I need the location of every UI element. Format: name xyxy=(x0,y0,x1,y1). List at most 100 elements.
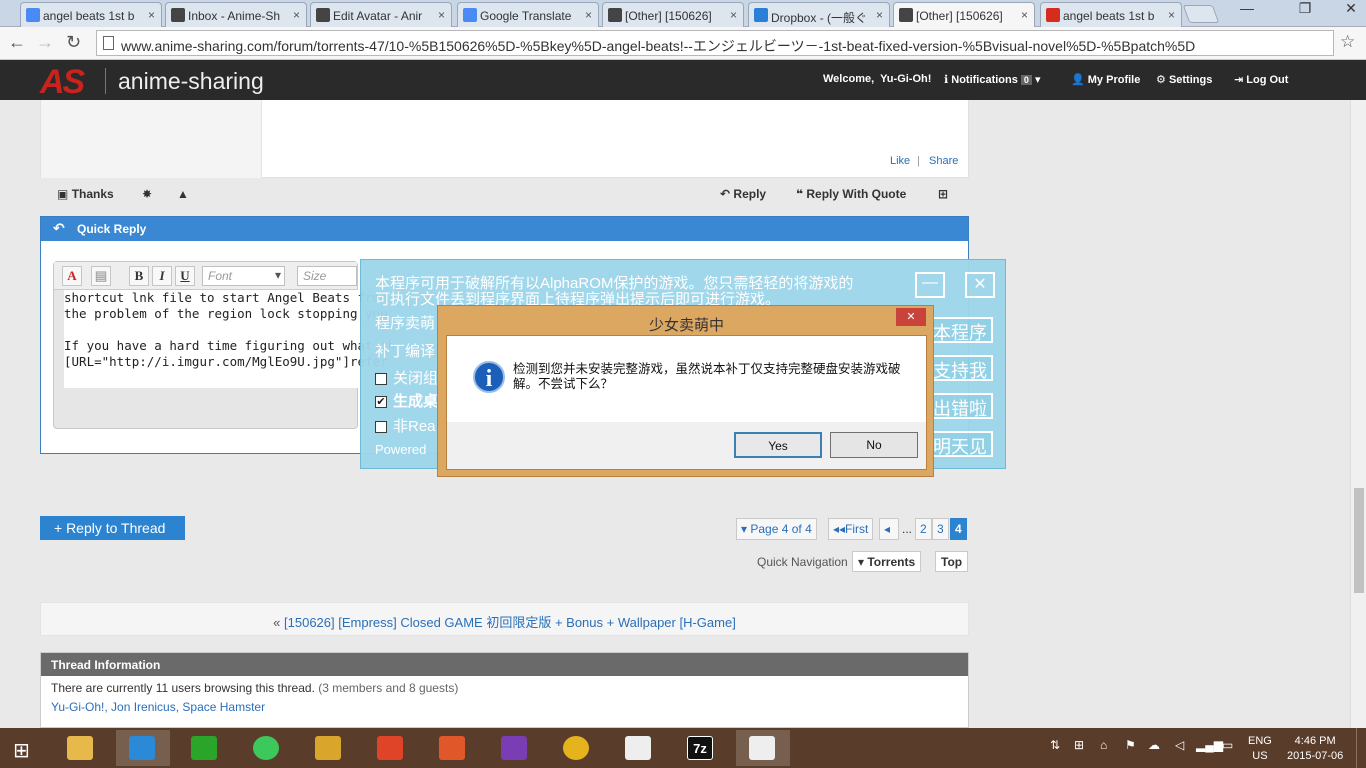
flag-icon[interactable]: ⚑ xyxy=(1125,738,1136,752)
close-window-button[interactable]: ✕ xyxy=(1336,0,1366,20)
torrents-dropdown[interactable]: ▾ Torrents xyxy=(852,551,922,572)
tab-close-icon[interactable]: × xyxy=(730,8,737,22)
back-icon[interactable]: ← xyxy=(8,32,26,53)
notifications-menu[interactable]: ℹ Notifications 0 ▾ xyxy=(944,73,1040,86)
page-link-2[interactable]: 2 xyxy=(915,518,932,540)
logout-link[interactable]: ⇥ Log Out xyxy=(1234,73,1288,86)
bold-button[interactable]: B xyxy=(129,266,149,286)
page-scrollbar[interactable] xyxy=(1350,100,1366,728)
forward-icon[interactable]: → xyxy=(36,32,54,53)
previous-thread-link[interactable]: [150626] [Empress] Closed GAME 初回限定版 + B… xyxy=(284,615,736,630)
browser-tab[interactable]: angel beats 1st b × xyxy=(20,2,162,27)
taskbar-app[interactable] xyxy=(178,730,232,766)
option-checkbox-1[interactable]: 关闭组 xyxy=(375,367,438,388)
size-select[interactable]: Size xyxy=(297,266,357,286)
tab-close-icon[interactable]: × xyxy=(438,8,445,22)
patch-close-button[interactable]: ✕ xyxy=(965,272,995,298)
browsing-members[interactable]: Yu-Gi-Oh!, Jon Irenicus, Space Hamster xyxy=(41,695,968,714)
show-desktop-button[interactable] xyxy=(1356,728,1366,768)
clock[interactable]: 4:46 PM 2015-07-06 xyxy=(1287,734,1343,764)
share-link[interactable]: Share xyxy=(929,155,958,167)
reply-textarea[interactable]: shortcut lnk file to start Angel Beats f… xyxy=(64,290,404,388)
reload-icon[interactable]: ↻ xyxy=(66,32,81,53)
bookmark-star-icon[interactable]: ☆ xyxy=(1340,32,1355,52)
taskbar-app[interactable] xyxy=(426,730,480,766)
tab-close-icon[interactable]: × xyxy=(876,8,883,22)
patch-side-button-bye[interactable]: 明天见 xyxy=(929,431,993,457)
browser-tab[interactable]: [Other] [150626] × xyxy=(893,2,1035,28)
option-checkbox-2[interactable]: ✔ 生成桌 xyxy=(375,390,438,411)
thanks-button[interactable]: ▣ Thanks xyxy=(57,187,114,201)
page-link-3[interactable]: 3 xyxy=(932,518,949,540)
taskbar-app[interactable]: 7z xyxy=(674,730,728,766)
restore-window-button[interactable]: ❐ xyxy=(1290,0,1320,20)
taskbar-app[interactable] xyxy=(364,730,418,766)
no-button[interactable]: No xyxy=(830,432,918,458)
taskbar-app[interactable] xyxy=(116,730,170,766)
multi-quote-icon[interactable]: ⊞ xyxy=(938,187,948,201)
yes-button[interactable]: Yes xyxy=(734,432,822,458)
tab-close-icon[interactable]: × xyxy=(293,8,300,22)
taskbar-app[interactable] xyxy=(550,730,604,766)
font-select[interactable]: Font ▾ xyxy=(202,266,285,286)
italic-button[interactable]: I xyxy=(152,266,172,286)
username-link[interactable]: Yu-Gi-Oh! xyxy=(880,73,931,85)
paste-icon[interactable]: ▤ xyxy=(91,266,111,286)
start-button[interactable]: ⊞ xyxy=(0,730,50,766)
remove-format-icon[interactable]: A xyxy=(62,266,82,286)
first-page-link[interactable]: ◂◂First xyxy=(828,518,874,540)
tab-close-icon[interactable]: × xyxy=(1168,8,1175,22)
network-icon[interactable]: ⇅ xyxy=(1050,738,1060,752)
tray-grid-icon[interactable]: ⊞ xyxy=(1074,738,1084,752)
my-profile-link[interactable]: 👤 My Profile xyxy=(1071,73,1140,86)
checkbox-box[interactable] xyxy=(375,421,387,434)
scrollbar-thumb[interactable] xyxy=(1354,488,1364,593)
page-of-dropdown[interactable]: ▾ Page 4 of 4 xyxy=(736,518,817,540)
top-button[interactable]: Top xyxy=(935,551,969,572)
patch-side-button-error[interactable]: 出错啦 xyxy=(929,393,993,419)
language-indicator[interactable]: ENG US xyxy=(1248,734,1272,764)
address-bar[interactable]: www.anime-sharing.com/forum/torrents-47/… xyxy=(96,30,1334,56)
taskbar-app[interactable] xyxy=(736,730,790,766)
signal-icon[interactable]: ▂▄▆ xyxy=(1196,738,1223,752)
tab-close-icon[interactable]: × xyxy=(148,8,155,22)
settings-link[interactable]: ⚙ Settings xyxy=(1156,73,1212,86)
site-name[interactable]: anime-sharing xyxy=(118,68,264,95)
taskbar-app[interactable] xyxy=(54,730,108,766)
checkbox-box[interactable] xyxy=(375,373,387,386)
reply-button[interactable]: ↶ Reply xyxy=(720,187,766,201)
option-checkbox-3[interactable]: 非Rea xyxy=(375,415,436,436)
cloud-icon[interactable]: ☁ xyxy=(1148,738,1160,752)
browser-tab[interactable]: Google Translate × xyxy=(457,2,599,27)
taskbar-app[interactable] xyxy=(302,730,356,766)
reply-with-quote-button[interactable]: ❝ Reply With Quote xyxy=(796,187,906,201)
tray-app-icon[interactable]: ⌂ xyxy=(1100,738,1107,752)
prev-page-link[interactable]: ◂ xyxy=(879,518,899,540)
taskbar-app[interactable] xyxy=(240,730,294,766)
patch-side-button-support[interactable]: 支持我 xyxy=(929,355,993,381)
browser-tab[interactable]: angel beats 1st b × xyxy=(1040,2,1182,27)
taskbar-app[interactable] xyxy=(612,730,666,766)
tab-close-icon[interactable]: × xyxy=(585,8,592,22)
volume-icon[interactable]: ◁ xyxy=(1175,738,1184,752)
browser-tab[interactable]: [Other] [150626] × xyxy=(602,2,744,27)
battery-icon[interactable]: ▭ xyxy=(1222,738,1233,752)
underline-button[interactable]: U xyxy=(175,266,195,286)
like-link[interactable]: Like xyxy=(890,155,910,167)
browser-tab[interactable]: Edit Avatar - Anir × xyxy=(310,2,452,27)
browser-tab[interactable]: Inbox - Anime-Sh × xyxy=(165,2,307,27)
taskbar-app[interactable] xyxy=(488,730,542,766)
browser-tab[interactable]: Dropbox - (一般ぐ × xyxy=(748,2,890,27)
warning-icon[interactable]: ▲ xyxy=(177,187,189,201)
reply-to-thread-button[interactable]: + Reply to Thread xyxy=(40,516,185,540)
new-tab-button[interactable] xyxy=(1182,5,1220,23)
minimize-window-button[interactable]: — xyxy=(1232,0,1262,20)
patch-minimize-button[interactable]: — xyxy=(915,272,945,298)
page-link-current[interactable]: 4 xyxy=(950,518,967,540)
report-star-icon[interactable]: ✸ xyxy=(142,187,152,201)
dialog-close-button[interactable]: ✕ xyxy=(896,308,926,326)
site-logo[interactable]: AS xyxy=(40,63,85,102)
tab-close-icon[interactable]: × xyxy=(1021,8,1028,22)
patch-side-button-about[interactable]: 本程序 xyxy=(929,317,993,343)
checkbox-checked[interactable]: ✔ xyxy=(375,396,387,409)
